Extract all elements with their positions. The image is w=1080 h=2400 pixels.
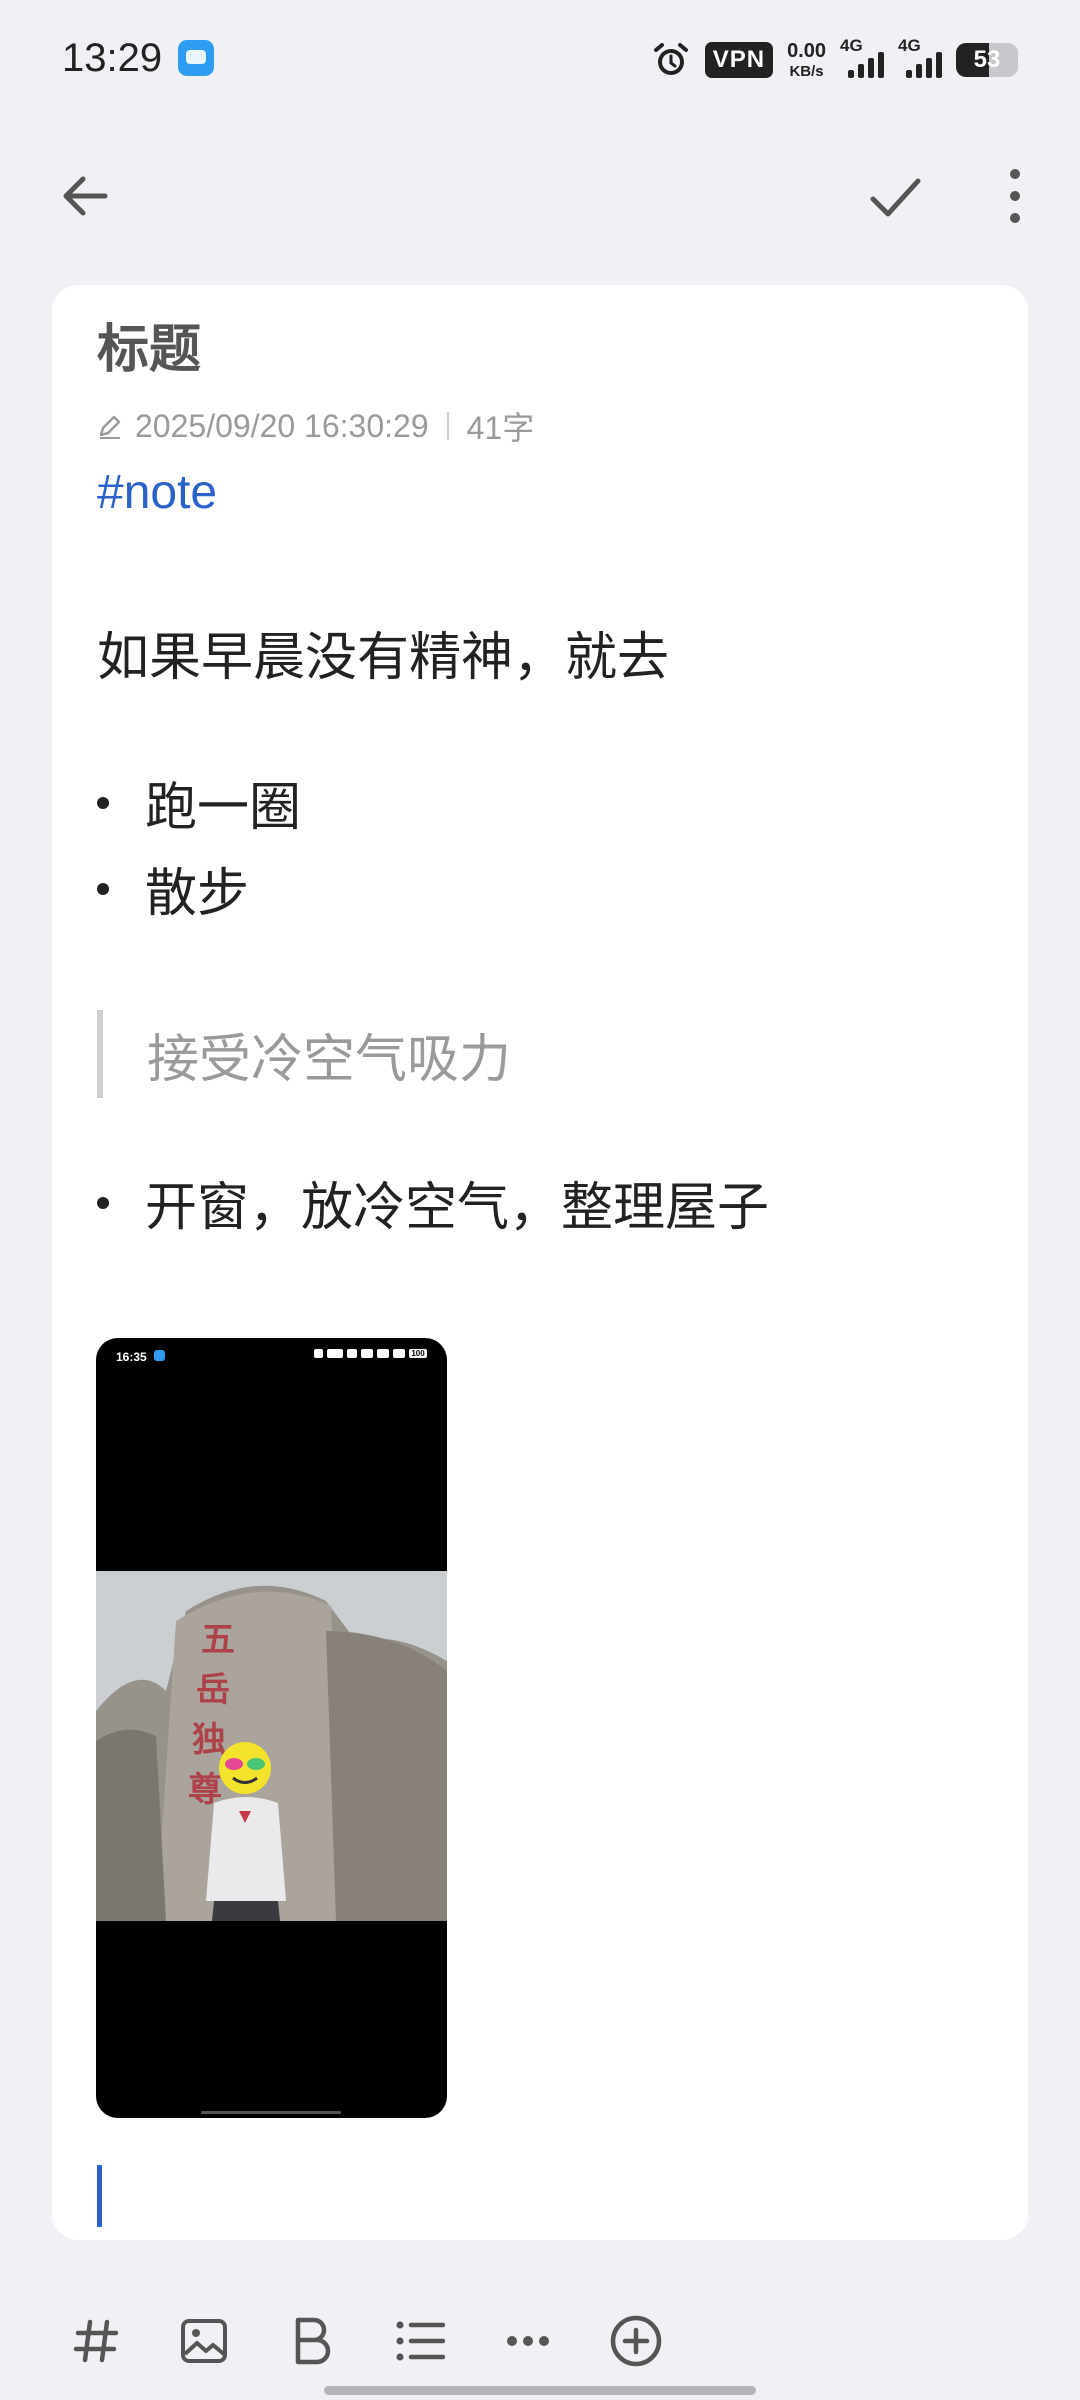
image-battery: 100: [409, 1349, 427, 1358]
signal-type-label: 4G: [840, 36, 863, 55]
alarm-icon: [651, 40, 691, 80]
battery-icon: 53: [956, 43, 1018, 77]
list-item-text: 散步: [145, 865, 250, 923]
quote-bar: [97, 1010, 103, 1098]
battery-level: 53: [973, 46, 1001, 73]
check-icon: [870, 178, 921, 217]
list-item-text: 开窗，放冷空气，整理屋子: [145, 1179, 770, 1237]
note-title[interactable]: 标题: [97, 307, 201, 382]
network-speed: 0.00 KB/s: [787, 41, 826, 79]
more-options-button[interactable]: [990, 168, 1040, 232]
add-button[interactable]: [598, 2303, 674, 2379]
meta-divider: [446, 412, 449, 440]
more-vertical-icon: [1010, 169, 1020, 223]
format-toolbar: [0, 2285, 1080, 2395]
more-horizontal-icon: [507, 2336, 549, 2346]
arrow-left-icon: [63, 176, 108, 216]
back-button[interactable]: [50, 168, 120, 232]
status-bar: 13:29 VPN 0.00 KB/s 4G 4G 53: [0, 0, 1080, 120]
hashtag-icon: [73, 2319, 119, 2363]
home-indicator[interactable]: [324, 2386, 756, 2395]
vpn-badge: VPN: [704, 42, 774, 78]
pencil-icon: [97, 413, 123, 439]
signal-type-label: 4G: [898, 36, 921, 55]
list-item[interactable]: 散步: [97, 851, 249, 926]
notes-app-icon: [154, 1350, 165, 1361]
signal-icon: 4G: [898, 36, 942, 78]
bullet-icon: [97, 1196, 109, 1209]
bold-button[interactable]: [274, 2303, 350, 2379]
image-home-indicator: [201, 2111, 341, 2114]
status-time: 13:29: [62, 36, 163, 80]
note-tag[interactable]: #note: [97, 465, 217, 520]
note-paragraph[interactable]: 如果早晨没有精神，就去: [97, 615, 669, 690]
status-icons: VPN 0.00 KB/s 4G 4G 53: [651, 36, 1018, 84]
note-timestamp: 2025/09/20 16:30:29: [135, 407, 429, 444]
image-icon: [181, 2319, 227, 2363]
more-format-button[interactable]: [490, 2303, 566, 2379]
bullet-icon: [97, 796, 109, 809]
editor-toolbar: [0, 150, 1080, 250]
list-icon: [396, 2321, 445, 2361]
image-status-time: 16:35: [116, 1350, 147, 1364]
network-speed-value: 0.00: [787, 40, 826, 62]
list-button[interactable]: [382, 2303, 458, 2379]
bold-icon: [295, 2317, 331, 2365]
signal-icon: 4G: [840, 36, 884, 78]
blockquote[interactable]: 接受冷空气吸力: [97, 1010, 511, 1098]
text-cursor: [97, 2165, 102, 2227]
embedded-image[interactable]: 16:35 100 五 岳 独 尊: [96, 1338, 447, 2118]
quote-text: 接受冷空气吸力: [147, 1030, 512, 1089]
list-item[interactable]: 跑一圈: [97, 765, 301, 840]
save-button[interactable]: [860, 168, 930, 232]
insert-image-button[interactable]: [166, 2303, 242, 2379]
network-speed-unit: KB/s: [789, 63, 824, 80]
image-status-bar: 16:35 100: [96, 1338, 447, 1372]
note-editor[interactable]: 标题 2025/09/20 16:30:29 41字 #note 如果早晨没有精…: [52, 285, 1028, 2240]
note-meta: 2025/09/20 16:30:29 41字: [97, 403, 534, 449]
list-item-text: 跑一圈: [145, 779, 302, 837]
notes-app-icon: [178, 40, 214, 76]
bullet-icon: [97, 882, 109, 895]
add-circle-icon: [610, 2315, 662, 2367]
image-status-icons: 100: [314, 1349, 427, 1358]
list-item[interactable]: 开窗，放冷空气，整理屋子: [97, 1165, 769, 1240]
hashtag-button[interactable]: [58, 2303, 134, 2379]
note-word-count: 41字: [466, 410, 535, 446]
mountain-photo: 五 岳 独 尊: [96, 1571, 447, 1921]
